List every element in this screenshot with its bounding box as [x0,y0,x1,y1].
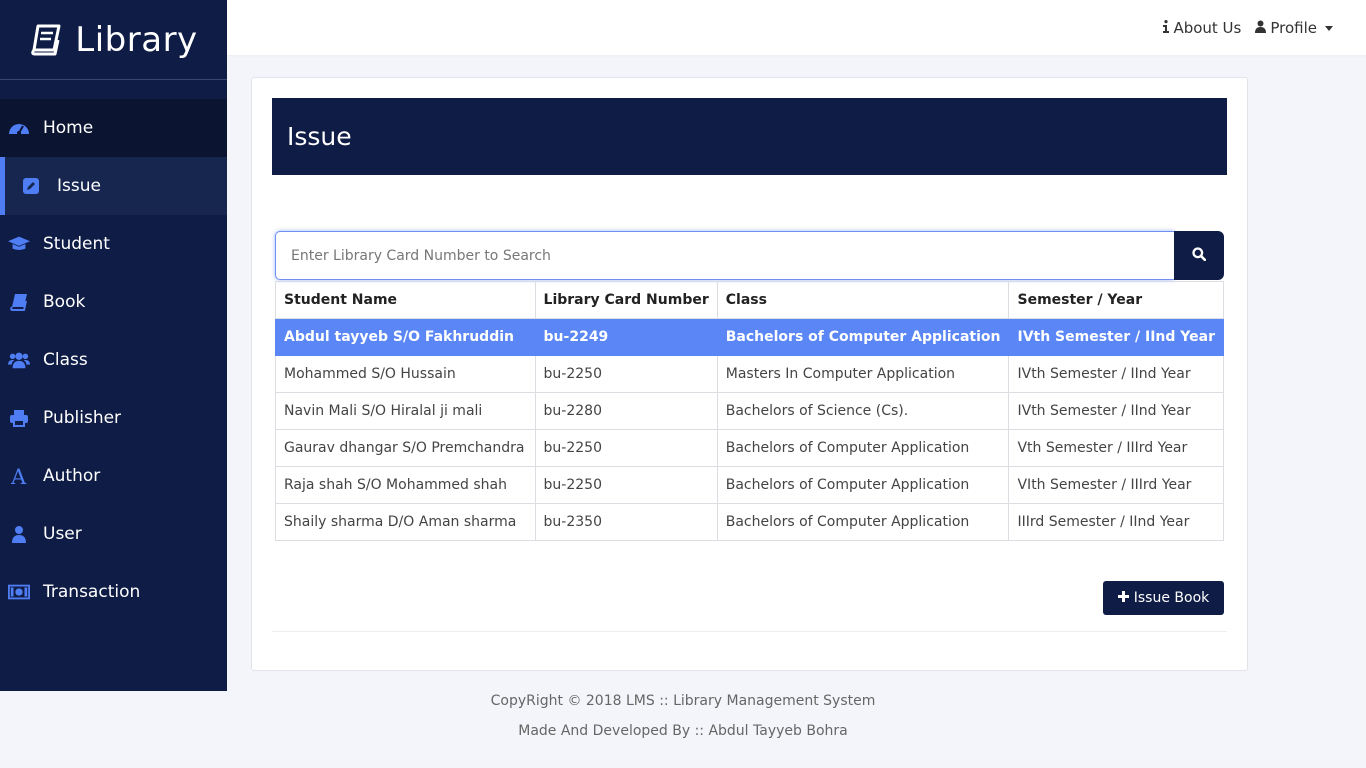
sidebar-item-label: Issue [57,176,101,196]
student-name-cell: Abdul tayyeb S/O Fakhruddin [275,318,536,356]
sidebar-item-issue[interactable]: Issue [0,157,227,215]
sidebar-item-label: Book [43,292,86,312]
profile-dropdown[interactable]: Profile [1255,19,1333,37]
sidebar-item-class[interactable]: Class [0,331,227,389]
footer-credit: Made And Developed By :: Abdul Tayyeb Bo… [518,723,848,739]
edit-icon [20,175,42,197]
sidebar: Library Home Issue Student Book Class Pu… [0,0,227,691]
sidebar-item-label: User [43,524,82,544]
sidebar-item-publisher[interactable]: Publisher [0,389,227,447]
page-title: Issue [287,122,352,151]
class-cell: Bachelors of Computer Application [716,429,1010,467]
sidebar-item-label: Home [43,118,94,138]
card-number-cell: bu-2250 [534,355,718,393]
search-icon [1192,246,1207,265]
users-icon [8,349,30,371]
graduation-cap-icon [8,233,30,255]
student-name-cell: Gaurav dhangar S/O Premchandra [275,429,536,467]
student-name-cell: Navin Mali S/O Hiralal ji mali [275,392,536,430]
sidebar-item-label: Publisher [43,408,122,428]
sidebar-item-user[interactable]: User [0,505,227,563]
about-us-link[interactable]: About Us [1163,19,1241,37]
card-number-cell: bu-2350 [534,503,718,541]
issue-book-label: Issue Book [1133,590,1210,606]
sidebar-item-author[interactable]: A Author [0,447,227,505]
user-icon [1255,19,1267,37]
sidebar-item-home[interactable]: Home [0,99,227,157]
panel-divider [272,631,1227,632]
sidebar-item-student[interactable]: Student [0,215,227,273]
library-card-search-input[interactable] [275,231,1174,280]
caret-down-icon [1325,25,1333,31]
sidebar-item-book[interactable]: Book [0,273,227,331]
book-icon [29,23,63,57]
column-header[interactable]: Library Card Number [534,281,718,319]
class-cell: Bachelors of Computer Application [716,466,1010,504]
brand-name: Library [75,19,198,60]
column-header[interactable]: Student Name [275,281,536,319]
semester-cell: IIIrd Semester / IInd Year [1008,503,1224,541]
table-header-row: Student Name Library Card Number Class S… [275,281,1224,319]
panel-header: Issue [272,98,1227,175]
class-cell: Bachelors of Computer Application [716,318,1010,356]
sidebar-item-label: Class [43,350,88,370]
class-cell: Bachelors of Science (Cs). [716,392,1010,430]
printer-icon [8,407,30,429]
student-name-cell: Mohammed S/O Hussain [275,355,536,393]
table-row[interactable]: Raja shah S/O Mohammed shah bu-2250 Bach… [275,466,1224,504]
sidebar-item-label: Author [43,466,101,486]
book-icon [8,291,30,313]
sidebar-nav: Home Issue Student Book Class Publisher … [0,99,227,621]
info-icon [1163,19,1170,37]
plus-icon [1117,590,1129,606]
dashboard-icon [8,117,30,139]
search-bar [275,231,1224,280]
sidebar-item-label: Transaction [43,582,141,602]
class-cell: Bachelors of Computer Application [716,503,1010,541]
class-cell: Masters In Computer Application [716,355,1010,393]
brand[interactable]: Library [0,0,227,80]
card-number-cell: bu-2280 [534,392,718,430]
table-row[interactable]: Gaurav dhangar S/O Premchandra bu-2250 B… [275,429,1224,467]
semester-cell: IVth Semester / IInd Year [1008,392,1224,430]
svg-text:A: A [10,466,27,486]
user-icon [8,523,30,545]
font-icon: A [8,465,30,487]
semester-cell: IVth Semester / IInd Year [1008,318,1224,356]
sidebar-item-label: Student [43,234,110,254]
about-us-label: About Us [1173,19,1242,37]
table-row[interactable]: Mohammed S/O Hussain bu-2250 Masters In … [275,355,1224,393]
top-navbar: About Us Profile [227,0,1366,55]
card-number-cell: bu-2249 [534,318,718,356]
semester-cell: Vth Semester / IIIrd Year [1008,429,1224,467]
column-header[interactable]: Class [716,281,1010,319]
student-name-cell: Raja shah S/O Mohammed shah [275,466,536,504]
table-row-selected[interactable]: Abdul tayyeb S/O Fakhruddin bu-2249 Bach… [275,318,1224,356]
card-number-cell: bu-2250 [534,466,718,504]
money-icon [8,581,30,603]
sidebar-item-transaction[interactable]: Transaction [0,563,227,621]
footer-copyright: CopyRight © 2018 LMS :: Library Manageme… [490,693,876,709]
semester-cell: VIth Semester / IIIrd Year [1008,466,1224,504]
student-table: Student Name Library Card Number Class S… [275,281,1224,541]
table-row[interactable]: Shaily sharma D/O Aman sharma bu-2350 Ba… [275,503,1224,541]
semester-cell: IVth Semester / IInd Year [1008,355,1224,393]
card-number-cell: bu-2250 [534,429,718,467]
table-row[interactable]: Navin Mali S/O Hiralal ji mali bu-2280 B… [275,392,1224,430]
issue-panel: Issue Student Name Library Card Number C… [251,77,1248,671]
column-header[interactable]: Semester / Year [1008,281,1224,319]
issue-book-button[interactable]: Issue Book [1103,581,1224,615]
search-button[interactable] [1174,231,1224,280]
student-name-cell: Shaily sharma D/O Aman sharma [275,503,536,541]
profile-label: Profile [1270,19,1317,37]
